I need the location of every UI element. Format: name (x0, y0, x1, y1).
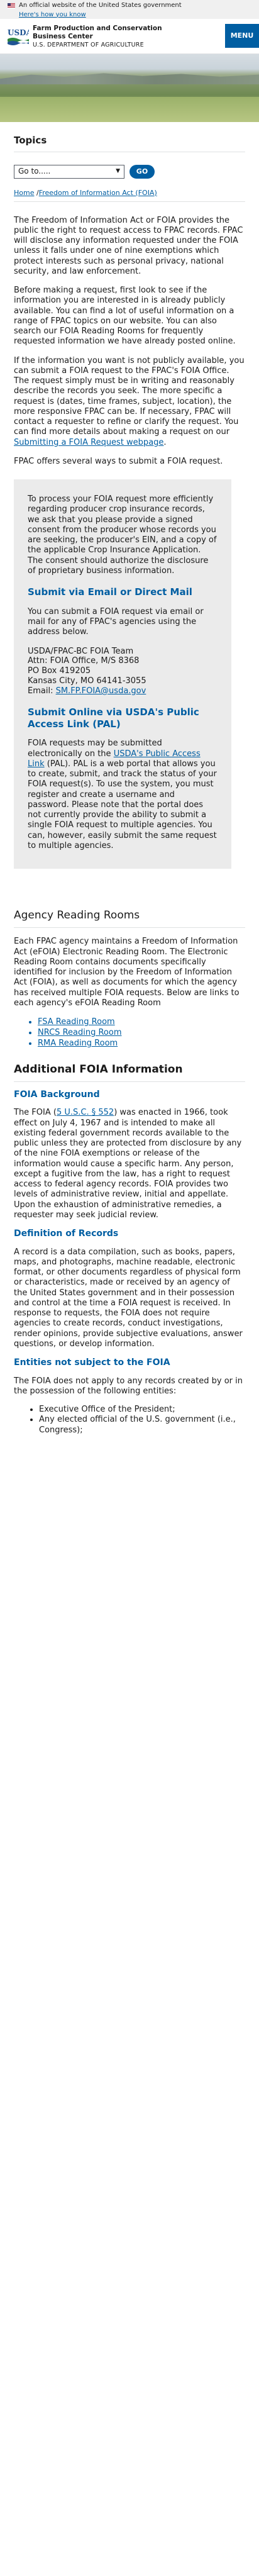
main-content: Topics Go to..... ▼ GO Home /Freedom of … (0, 135, 259, 1436)
topics-select-value: Go to..... (18, 167, 51, 176)
entities-list: Executive Office of the President; Any e… (14, 1405, 245, 1436)
address-line: Kansas City, MO 64141-3055 (28, 676, 146, 686)
address-line: Attn: FOIA Office, M/S 8368 (28, 656, 140, 666)
background-post: ) was enacted in 1966, took effect on Ju… (14, 1108, 242, 1220)
address-line: USDA/FPAC-BC FOIA Team (28, 646, 134, 656)
hero-ridge (0, 73, 259, 84)
topics-select[interactable]: Go to..... ▼ (14, 164, 124, 179)
foia-background-paragraph: The FOIA (5 U.S.C. § 552) was enacted in… (14, 1108, 245, 1220)
additional-info-title: Additional FOIA Information (14, 1063, 245, 1082)
go-button[interactable]: GO (130, 164, 155, 179)
usda-logo-text: USDA (8, 28, 29, 37)
agency-name[interactable]: Farm Production and Conservation Busines… (33, 25, 196, 40)
intro-paragraph-4: FPAC offers several ways to submit a FOI… (14, 456, 223, 466)
entities-paragraph: The FOIA does not apply to any records c… (14, 1376, 243, 1396)
intro-paragraph-3: If the information you want is not publi… (14, 356, 245, 448)
pal-paragraph: FOIA requests may be submitted electroni… (28, 739, 218, 851)
usda-logo-icon[interactable]: USDA (8, 25, 29, 45)
address-line: PO Box 419205 (28, 666, 91, 676)
list-item: Executive Office of the President; (39, 1405, 245, 1415)
rma-reading-room-link[interactable]: RMA Reading Room (38, 1039, 118, 1048)
gov-banner: An official website of the United States… (0, 0, 259, 19)
breadcrumb-separator: / (34, 188, 39, 197)
email-line: Email: SM.FP.FOIA@usda.gov (28, 686, 218, 696)
entities-heading: Entities not subject to the FOIA (14, 1358, 170, 1368)
foia-background-heading: FOIA Background (14, 1089, 100, 1100)
fsa-reading-room-link[interactable]: FSA Reading Room (38, 1017, 115, 1027)
how-you-know-link[interactable]: Here's how you know (19, 11, 251, 20)
list-item: RMA Reading Room (38, 1039, 245, 1049)
intro-paragraph-3-end: . (163, 437, 167, 447)
pal-heading: Submit Online via USDA's Public Access L… (28, 706, 199, 730)
official-website-text: An official website of the United States… (19, 2, 182, 9)
email-label: Email: (28, 686, 56, 696)
topics-row: Go to..... ▼ GO (14, 164, 245, 179)
breadcrumb-home[interactable]: Home (14, 189, 34, 197)
list-item: Any elected official of the U.S. governm… (39, 1415, 245, 1436)
reading-rooms-title: Agency Reading Rooms (14, 909, 245, 928)
us-flag-icon (8, 3, 15, 8)
submission-info-box: To process your FOIA request more effici… (14, 479, 231, 869)
background-pre: The FOIA ( (14, 1108, 57, 1118)
foia-email-link[interactable]: SM.FP.FOIA@usda.gov (56, 686, 146, 696)
definition-of-records-heading: Definition of Records (14, 1229, 119, 1239)
reading-rooms-paragraph: Each FPAC agency maintains a Freedom of … (14, 937, 240, 1008)
crop-insurance-paragraph: To process your FOIA request more effici… (28, 494, 217, 576)
list-item: FSA Reading Room (38, 1017, 245, 1028)
definition-of-records-paragraph: A record is a data compilation, such as … (14, 1247, 243, 1349)
nrcs-reading-room-link[interactable]: NRCS Reading Room (38, 1028, 122, 1037)
hero-field (0, 97, 259, 122)
email-mail-heading: Submit via Email or Direct Mail (28, 586, 192, 598)
intro-paragraph-3-text: If the information you want is not publi… (14, 355, 245, 437)
breadcrumb-divider (14, 201, 245, 202)
breadcrumb: Home /Freedom of Information Act (FOIA) (14, 189, 245, 198)
mailing-address: USDA/FPAC-BC FOIA Team Attn: FOIA Office… (28, 647, 218, 696)
usc-552-link[interactable]: 5 U.S.C. § 552 (57, 1108, 114, 1117)
list-item: NRCS Reading Room (38, 1028, 245, 1039)
submitting-request-link[interactable]: Submitting a FOIA Request webpage (14, 438, 163, 447)
intro-paragraph-2: Before making a request, first look to s… (14, 286, 236, 347)
menu-button[interactable]: MENU (225, 24, 259, 48)
topics-title: Topics (14, 135, 245, 152)
email-mail-paragraph: You can submit a FOIA request via email … (28, 606, 204, 637)
pal-text-2: (PAL). PAL is a web portal that allows y… (28, 759, 217, 850)
hero-landscape-image (0, 54, 259, 122)
breadcrumb-current[interactable]: Freedom of Information Act (FOIA) (39, 189, 157, 197)
reading-room-links: FSA Reading Room NRCS Reading Room RMA R… (14, 1017, 245, 1049)
department-name: U.S. DEPARTMENT OF AGRICULTURE (33, 42, 144, 48)
intro-paragraph-1: The Freedom of Information Act or FOIA p… (14, 215, 243, 276)
site-header: USDA Farm Production and Conservation Bu… (0, 19, 259, 54)
chevron-down-icon: ▼ (116, 168, 120, 175)
